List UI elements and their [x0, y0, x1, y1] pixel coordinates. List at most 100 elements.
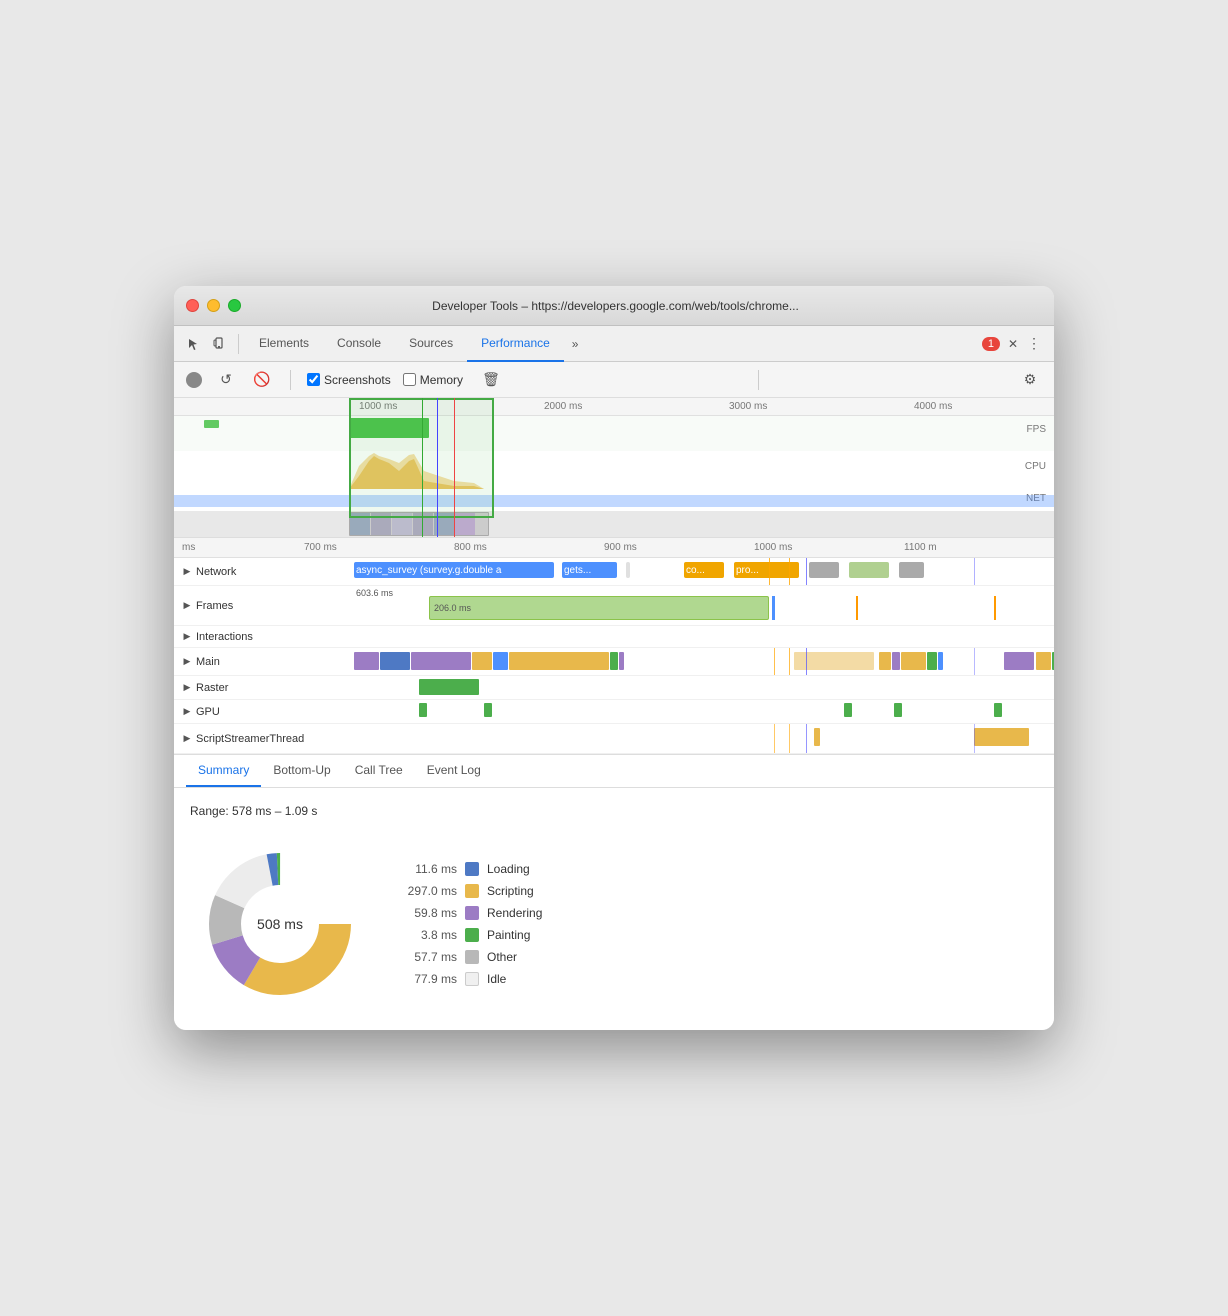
device-icon[interactable] — [208, 332, 232, 356]
gpu-bar-4[interactable] — [894, 703, 902, 717]
main-bar-purple3[interactable] — [619, 652, 624, 670]
memory-checkbox[interactable] — [403, 373, 416, 386]
tick-800: 800 ms — [454, 542, 487, 553]
network-bar-1[interactable]: async_survey (survey.g.double a — [354, 562, 554, 578]
reload-button[interactable]: ↺ — [214, 368, 238, 392]
tab-console[interactable]: Console — [323, 326, 395, 362]
scriptstreamer-expand-icon[interactable]: ▶ — [182, 734, 192, 744]
tick-1100: 1100 m — [904, 542, 937, 553]
raster-expand-icon[interactable]: ▶ — [182, 683, 192, 693]
main-bar-yellow4[interactable] — [879, 652, 891, 670]
frame-block-1[interactable]: 206.0 ms — [429, 596, 769, 620]
main-bar-blue1[interactable] — [380, 652, 410, 670]
delete-icon[interactable]: 🗑 — [479, 368, 503, 392]
network-track-label[interactable]: ▶ Network — [174, 566, 354, 578]
script-bar-1[interactable] — [814, 728, 820, 746]
devtools-window: Developer Tools – https://developers.goo… — [174, 286, 1054, 1030]
frame-time-2: 206.0 ms — [434, 603, 471, 613]
main-bar-yellow1[interactable] — [472, 652, 492, 670]
legend-rendering: 59.8 ms Rendering — [402, 906, 542, 920]
cursor-icon[interactable] — [182, 332, 206, 356]
clear-button[interactable]: 🚫 — [250, 368, 274, 392]
tab-overflow[interactable]: » — [564, 326, 587, 362]
network-bar-6[interactable] — [849, 562, 889, 578]
scriptstreamer-track-label[interactable]: ▶ ScriptStreamerThread — [174, 733, 354, 745]
network-bar-4[interactable]: pro... — [734, 562, 799, 578]
main-expand-icon[interactable]: ▶ — [182, 657, 192, 667]
script-bar-2[interactable] — [974, 728, 1029, 746]
menu-icon[interactable]: ⋮ — [1022, 332, 1046, 356]
main-track: ▶ Main — [174, 648, 1054, 676]
screenshots-checkbox[interactable] — [307, 373, 320, 386]
network-bar-5[interactable] — [809, 562, 839, 578]
tab-performance[interactable]: Performance — [467, 326, 564, 362]
main-bar-yellow2[interactable] — [509, 652, 609, 670]
error-text: ✕ — [1008, 337, 1018, 351]
frames-track-label[interactable]: ▶ Frames — [174, 600, 354, 612]
network-bar-3[interactable]: co... — [684, 562, 724, 578]
network-gap — [626, 562, 630, 578]
main-bar-blue2[interactable] — [493, 652, 508, 670]
tab-event-log[interactable]: Event Log — [415, 755, 493, 787]
main-track-label[interactable]: ▶ Main — [174, 656, 354, 668]
gpu-track-label[interactable]: ▶ GPU — [174, 706, 354, 718]
raster-bar-1[interactable] — [419, 679, 479, 695]
main-bar-purple4[interactable] — [892, 652, 900, 670]
gpu-bar-2[interactable] — [484, 703, 492, 717]
main-bar-yellow6[interactable] — [1036, 652, 1051, 670]
screenshots-checkbox-group: Screenshots — [307, 373, 391, 387]
main-bar-purple2[interactable] — [411, 652, 471, 670]
main-bar-purple1[interactable] — [354, 652, 379, 670]
gpu-label-text: GPU — [196, 706, 220, 718]
main-bar-green1[interactable] — [610, 652, 618, 670]
donut-chart: 508 ms — [190, 834, 370, 1014]
frames-track-content: 603.6 ms 206.0 ms — [354, 586, 1054, 625]
tick-ms: ms — [182, 542, 195, 553]
network-expand-icon[interactable]: ▶ — [182, 567, 192, 577]
other-color — [465, 950, 479, 964]
frames-expand-icon[interactable]: ▶ — [182, 601, 192, 611]
main-bar-green3[interactable] — [1052, 652, 1054, 670]
scripting-label: Scripting — [487, 884, 534, 898]
main-label-text: Main — [196, 656, 220, 668]
interactions-track-label[interactable]: ▶ Interactions — [174, 631, 354, 643]
gpu-bar-5[interactable] — [994, 703, 1002, 717]
blue-vline-script — [806, 724, 807, 753]
network-bar-7[interactable] — [899, 562, 924, 578]
blue-vline2-main — [974, 648, 975, 675]
screenshot-strip — [174, 511, 1054, 538]
time-1000: 1000 ms — [359, 401, 397, 412]
main-bar-yellow3[interactable] — [794, 652, 874, 670]
gpu-track: ▶ GPU — [174, 700, 1054, 724]
legend-other: 57.7 ms Other — [402, 950, 542, 964]
tab-summary[interactable]: Summary — [186, 755, 261, 787]
summary-chart: 508 ms 11.6 ms Loading 297.0 ms Scriptin… — [190, 834, 1038, 1014]
network-bar-2[interactable]: gets... — [562, 562, 617, 578]
gpu-expand-icon[interactable]: ▶ — [182, 707, 192, 717]
record-button[interactable] — [186, 372, 202, 388]
gpu-bar-3[interactable] — [844, 703, 852, 717]
main-bar-blue3[interactable] — [938, 652, 943, 670]
gpu-bar-1[interactable] — [419, 703, 427, 717]
main-bar-green2[interactable] — [927, 652, 937, 670]
main-bar-yellow5[interactable] — [901, 652, 926, 670]
main-bar-purple5[interactable] — [1004, 652, 1034, 670]
raster-track-label[interactable]: ▶ Raster — [174, 682, 354, 694]
painting-label: Painting — [487, 928, 530, 942]
settings-icon[interactable]: ⚙ — [1018, 368, 1042, 392]
tab-elements[interactable]: Elements — [245, 326, 323, 362]
cpu-chart — [174, 451, 1024, 491]
interactions-track: ▶ Interactions — [174, 626, 1054, 648]
thumb-4 — [413, 513, 433, 535]
raster-track: ▶ Raster — [174, 676, 1054, 700]
tab-bottom-up[interactable]: Bottom-Up — [261, 755, 342, 787]
painting-color — [465, 928, 479, 942]
thumb-1 — [350, 513, 370, 535]
tab-sources[interactable]: Sources — [395, 326, 467, 362]
loading-color — [465, 862, 479, 876]
tab-call-tree[interactable]: Call Tree — [343, 755, 415, 787]
tick-700: 700 ms — [304, 542, 337, 553]
legend: 11.6 ms Loading 297.0 ms Scripting 59.8 … — [402, 862, 542, 986]
overview-ruler: 1000 ms 2000 ms 3000 ms 4000 ms — [174, 398, 1054, 416]
interactions-expand-icon[interactable]: ▶ — [182, 632, 192, 642]
